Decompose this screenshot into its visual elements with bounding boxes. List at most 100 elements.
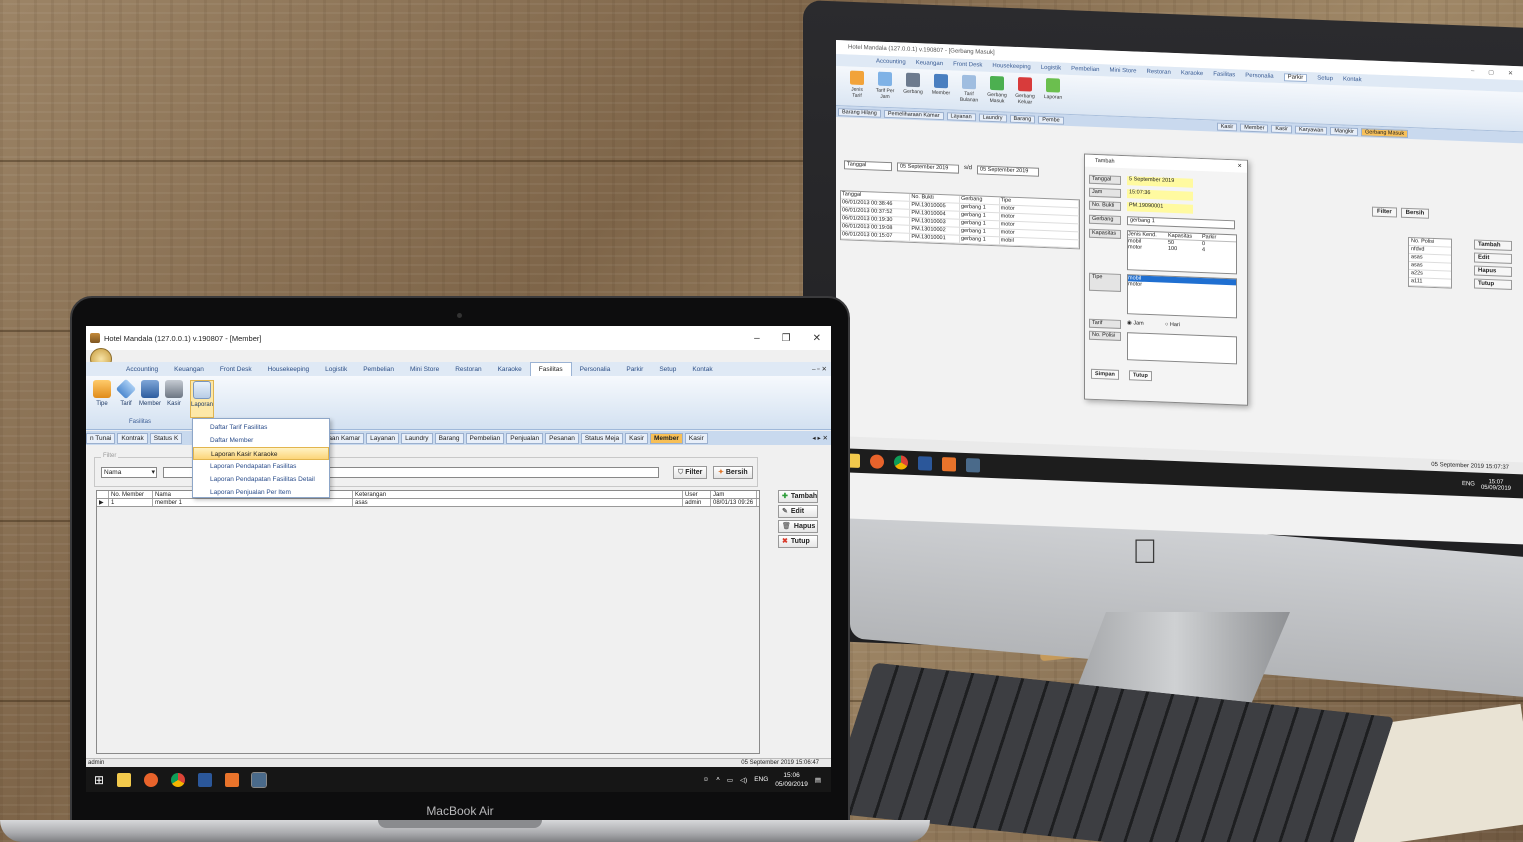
tray-chevron-icon[interactable]: ˄ xyxy=(716,776,720,783)
menu-pembelian[interactable]: Pembelian xyxy=(355,366,402,373)
lang-indicator[interactable]: ENG xyxy=(754,776,768,783)
edit-button[interactable]: Edit xyxy=(1474,252,1512,264)
ribbon-gerbang[interactable]: Gerbang xyxy=(902,72,924,105)
tipe-list[interactable]: mobil motor xyxy=(1127,274,1237,319)
tab-status-meja[interactable]: Status Meja xyxy=(580,432,624,444)
menu-logistik[interactable]: Logistik xyxy=(1041,65,1061,72)
tab-kasir-2[interactable]: Kasir xyxy=(1271,124,1292,134)
tab-nav-arrows[interactable]: ◂ ▸ ✕ xyxy=(809,433,831,443)
tab-barang[interactable]: Barang xyxy=(434,432,464,444)
clock[interactable]: 15:07 05/09/2019 xyxy=(1481,479,1511,492)
word-icon[interactable] xyxy=(918,456,932,471)
menu-parkir[interactable]: Parkir xyxy=(618,366,651,373)
save-button[interactable]: Simpan xyxy=(1091,368,1119,380)
network-icon[interactable]: ▭ xyxy=(727,776,733,784)
menu-accounting[interactable]: Accounting xyxy=(876,59,906,66)
ribbon-tarif-per-jam[interactable]: Tarif Per Jam xyxy=(874,71,896,103)
tab-layanan[interactable]: Layanan xyxy=(946,111,976,121)
windows-start-icon[interactable]: ⊞ xyxy=(94,773,104,787)
file-explorer-icon[interactable] xyxy=(117,772,132,787)
ribbon-gerbang-keluar[interactable]: Gerbang Keluar xyxy=(1014,76,1036,109)
col-user[interactable]: User xyxy=(683,491,711,498)
tab-pemeliharaan-kamar[interactable]: Pemeliharaan Kamar xyxy=(883,109,944,120)
date-to-field[interactable]: 05 September 2019 xyxy=(977,165,1040,177)
col-no-member[interactable]: No. Member xyxy=(109,491,153,498)
close-button[interactable]: Tutup xyxy=(1129,370,1152,382)
ribbon-laporan-button[interactable]: Laporan xyxy=(190,380,214,418)
close-icon[interactable]: ✕ xyxy=(1237,163,1242,169)
menu-setup[interactable]: Setup xyxy=(651,366,684,373)
menu-item-laporan-penjualan-per-item[interactable]: Laporan Penjualan Per Item xyxy=(193,486,329,499)
menu-mini-store[interactable]: Mini Store xyxy=(402,366,447,373)
menu-item-daftar-tarif-fasilitas[interactable]: Daftar Tarif Fasilitas xyxy=(193,421,329,434)
ribbon-member[interactable]: Member xyxy=(930,73,952,106)
menu-personalia[interactable]: Personalia xyxy=(1245,73,1273,80)
ribbon-gerbang-masuk[interactable]: Gerbang Masuk xyxy=(986,75,1008,108)
firefox-icon[interactable] xyxy=(144,772,159,787)
tab-kontrak[interactable]: Kontrak xyxy=(117,432,148,444)
filter-field-select[interactable]: Nama xyxy=(101,467,157,478)
menu-setup[interactable]: Setup xyxy=(1317,75,1333,82)
minimize-icon[interactable]: – xyxy=(754,333,760,344)
menu-accounting[interactable]: Accounting xyxy=(118,366,166,373)
date-from-field[interactable]: 05 September 2019 xyxy=(897,162,959,174)
ribbon-laporan[interactable]: Laporan xyxy=(1042,78,1064,110)
clear-button[interactable]: ✦ Bersih xyxy=(713,466,753,479)
col-jam[interactable]: Jam xyxy=(711,491,757,498)
chrome-icon[interactable] xyxy=(171,772,186,787)
tab-pemeliharaan-kamar[interactable]: aan Kamar xyxy=(324,432,365,444)
close-button[interactable]: Tutup xyxy=(1474,278,1512,290)
filter-field-select[interactable]: Tanggal xyxy=(844,160,892,172)
add-button[interactable]: Tambah xyxy=(1474,239,1512,251)
hotel-app-icon[interactable] xyxy=(251,771,268,788)
ribbon-jenis-tarif[interactable]: Jenis Tarif xyxy=(846,70,868,102)
close-icon[interactable]: ✕ xyxy=(813,333,821,344)
close-icon[interactable]: ✕ xyxy=(1508,69,1513,76)
minimize-icon[interactable]: – xyxy=(1471,68,1474,75)
menu-keuangan[interactable]: Keuangan xyxy=(166,366,212,373)
tab-status-kamar[interactable]: Status K xyxy=(149,432,183,444)
tab-laundry[interactable]: Laundry xyxy=(978,112,1007,123)
menu-kontak[interactable]: Kontak xyxy=(684,366,720,373)
ribbon-tarif-bulanan[interactable]: Tarif Bulanan xyxy=(958,74,980,107)
tab-gerbang-masuk[interactable]: Gerbang Masuk xyxy=(1360,127,1409,138)
word-icon[interactable] xyxy=(198,772,213,787)
chrome-icon[interactable] xyxy=(894,455,908,470)
tanggal-field[interactable]: 5 September 2019 xyxy=(1127,176,1193,188)
menu-housekeeping[interactable]: Housekeeping xyxy=(260,366,318,373)
tab-pembelian[interactable]: Pembelian xyxy=(465,432,505,444)
xampp-icon[interactable] xyxy=(225,772,240,787)
tab-pembe[interactable]: Pembe xyxy=(1038,115,1064,125)
menu-parkir[interactable]: Parkir xyxy=(1283,73,1308,83)
add-button[interactable]: ✚ Tambah xyxy=(778,490,818,503)
col-keterangan[interactable]: Keterangan xyxy=(353,491,683,498)
volume-icon[interactable]: ◁) xyxy=(740,776,747,784)
clock[interactable]: 15:06 05/09/2019 xyxy=(775,771,808,789)
ribbon-tarif-button[interactable]: Tarif xyxy=(114,378,138,407)
menu-personalia[interactable]: Personalia xyxy=(572,366,619,373)
menu-logistik[interactable]: Logistik xyxy=(317,366,355,373)
firefox-icon[interactable] xyxy=(870,454,884,469)
tab-kasir-2[interactable]: Kasir xyxy=(684,432,708,444)
delete-button[interactable]: Hapus xyxy=(1474,265,1512,277)
tab-laundry[interactable]: Laundry xyxy=(401,432,433,444)
filter-button[interactable]: Filter xyxy=(1372,206,1397,218)
notification-icon[interactable]: ▤ xyxy=(815,776,821,784)
radio-hari[interactable]: ○ Hari xyxy=(1165,322,1180,329)
maximize-icon[interactable]: ❐ xyxy=(782,333,791,344)
tab-barang[interactable]: Barang xyxy=(1009,114,1036,124)
radio-jam[interactable]: ◉ Jam xyxy=(1127,320,1144,327)
ribbon-member-button[interactable]: Member xyxy=(138,380,162,407)
tab-barang-hilang[interactable]: Barang Hilang xyxy=(838,107,881,118)
tab-mangkir[interactable]: Mangkir xyxy=(1330,126,1358,136)
menu-kontak[interactable]: Kontak xyxy=(1343,76,1362,83)
mdi-controls[interactable]: – ▫ ✕ xyxy=(804,365,831,373)
menu-fasilitas[interactable]: Fasilitas xyxy=(1213,71,1235,78)
menu-front-desk[interactable]: Front Desk xyxy=(212,366,260,373)
tab-kasir[interactable]: Kasir xyxy=(1216,122,1238,131)
tab-penjualan[interactable]: Penjualan xyxy=(506,432,544,444)
menu-karaoke[interactable]: Karaoke xyxy=(490,366,530,373)
tab-member[interactable]: Member xyxy=(1240,123,1269,133)
menu-pembelian[interactable]: Pembelian xyxy=(1071,66,1099,73)
tab-karyawan[interactable]: Karyawan xyxy=(1294,125,1328,135)
